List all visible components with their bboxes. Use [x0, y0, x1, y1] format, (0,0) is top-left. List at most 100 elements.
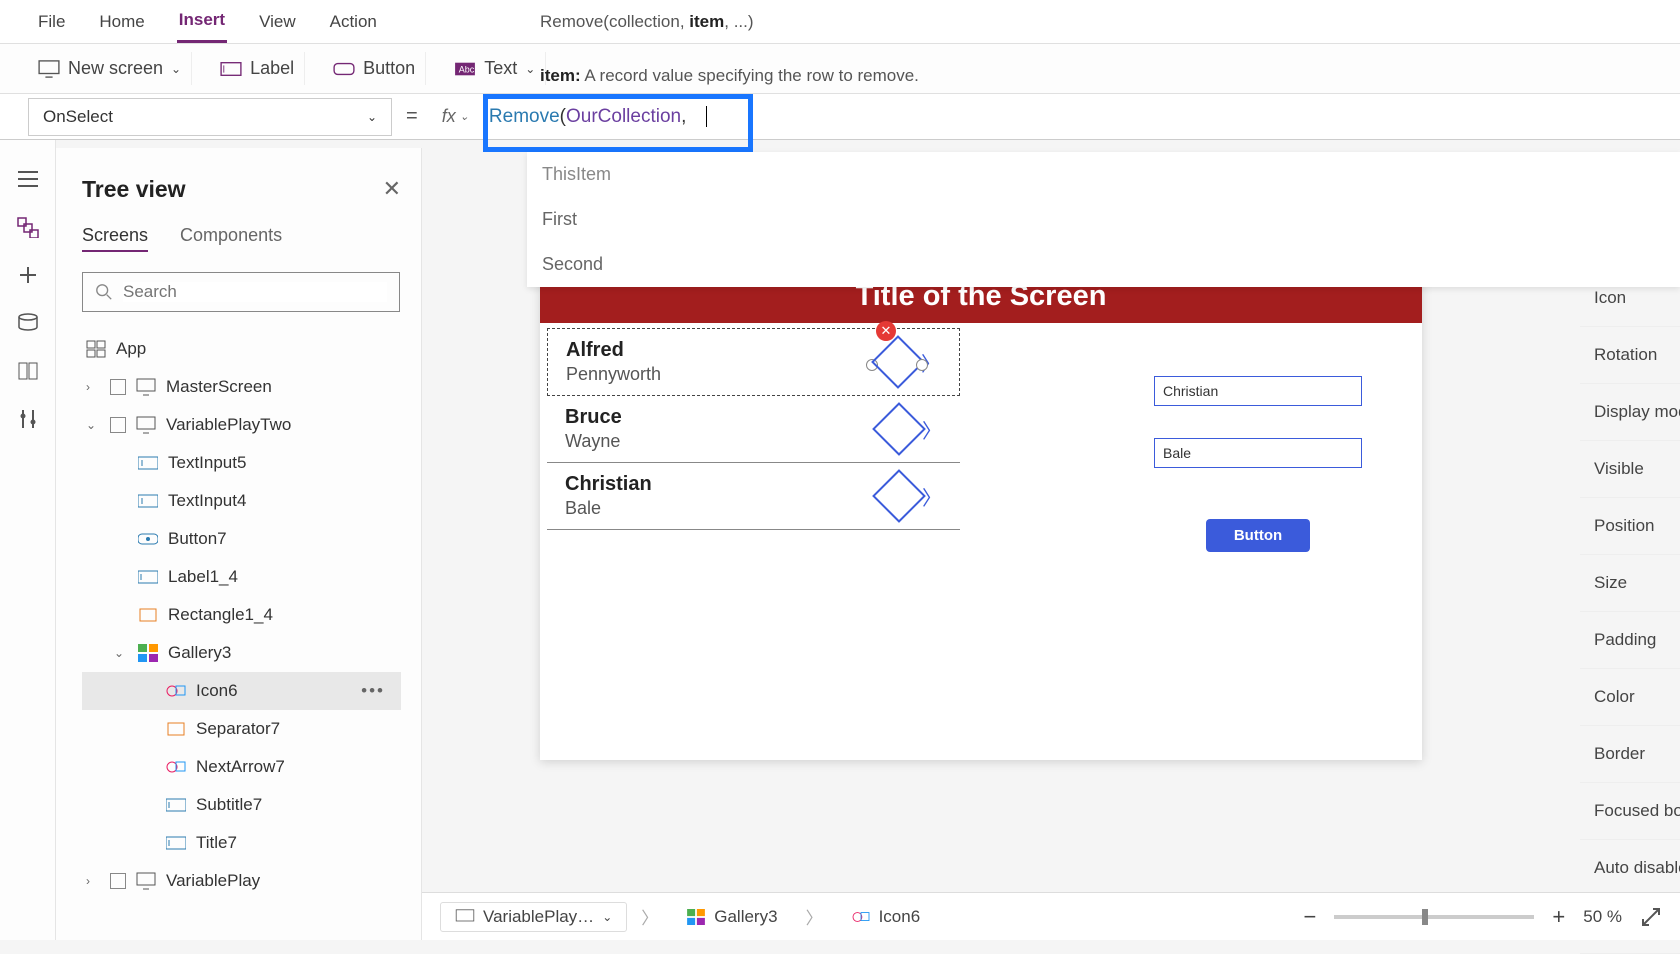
- breadcrumb-gallery[interactable]: Gallery3: [672, 903, 791, 931]
- error-badge-icon: ✕: [876, 321, 896, 341]
- tree-item-label: Rectangle1_4: [168, 605, 273, 625]
- menu-home[interactable]: Home: [97, 2, 146, 42]
- property-row[interactable]: Auto disable: [1580, 840, 1680, 897]
- checkbox[interactable]: [110, 379, 126, 395]
- label-button[interactable]: Label: [210, 52, 305, 85]
- menu-file[interactable]: File: [36, 2, 67, 42]
- eraser-icon[interactable]: [872, 469, 926, 523]
- tab-components[interactable]: Components: [180, 225, 282, 252]
- property-selector[interactable]: OnSelect ⌄: [28, 98, 392, 136]
- tree-app-row[interactable]: App: [82, 330, 401, 368]
- menu-view[interactable]: View: [257, 2, 298, 42]
- tree-item[interactable]: Rectangle1_4: [82, 596, 401, 634]
- zoom-in-button[interactable]: +: [1552, 904, 1565, 930]
- text-button[interactable]: Abc Text ⌄: [444, 52, 546, 85]
- breadcrumb-screen[interactable]: VariablePlay… ⌄: [440, 902, 627, 932]
- tools-icon[interactable]: [16, 408, 40, 430]
- row-title: Bruce: [565, 406, 622, 429]
- expand-icon[interactable]: ›: [86, 874, 100, 888]
- tree-item[interactable]: › VariablePlay: [82, 862, 401, 900]
- property-row[interactable]: Border: [1580, 726, 1680, 783]
- equals-sign: =: [392, 105, 432, 128]
- formula-signature: Remove(collection, item, ...): [540, 12, 754, 32]
- tree-item[interactable]: Title7: [82, 824, 401, 862]
- breadcrumb-icon[interactable]: Icon6: [837, 903, 935, 931]
- property-row[interactable]: Position: [1580, 498, 1680, 555]
- search-icon: [95, 283, 113, 301]
- tree-item-label: VariablePlayTwo: [166, 415, 291, 435]
- expand-icon[interactable]: ›: [86, 380, 100, 394]
- gallery-row[interactable]: ChristianBale〉: [547, 463, 960, 530]
- tree-item-label: TextInput4: [168, 491, 246, 511]
- button-icon: [333, 60, 355, 78]
- data-icon[interactable]: [16, 312, 40, 334]
- eraser-icon[interactable]: [871, 335, 925, 389]
- new-screen-button[interactable]: New screen ⌄: [28, 52, 192, 85]
- tree-item[interactable]: TextInput5: [82, 444, 401, 482]
- gallery-row[interactable]: AlfredPennyworth〉✕: [547, 328, 960, 396]
- breadcrumb-separator: 〉: [641, 904, 658, 929]
- tree-item[interactable]: ⌄Gallery3: [82, 634, 401, 672]
- tree-view-icon[interactable]: [16, 216, 40, 238]
- autocomplete-option[interactable]: ThisItem: [527, 152, 1680, 197]
- zoom-value: 50 %: [1583, 907, 1622, 927]
- property-row[interactable]: Focused border: [1580, 783, 1680, 840]
- node-type-icon: [138, 606, 158, 624]
- property-row[interactable]: Rotation: [1580, 327, 1680, 384]
- property-row[interactable]: Display mode: [1580, 384, 1680, 441]
- icon-icon: [851, 909, 871, 925]
- node-type-icon: [166, 682, 186, 700]
- property-row[interactable]: Visible: [1580, 441, 1680, 498]
- media-icon[interactable]: [16, 360, 40, 382]
- tree-view-title: Tree view: [82, 176, 401, 203]
- tree-item-label: NextArrow7: [196, 757, 285, 777]
- tree-item[interactable]: NextArrow7: [82, 748, 401, 786]
- menu-action[interactable]: Action: [328, 2, 379, 42]
- property-row[interactable]: Color: [1580, 669, 1680, 726]
- tree-item[interactable]: ›MasterScreen: [82, 368, 401, 406]
- tree-item[interactable]: ⌄ VariablePlayTwo: [82, 406, 401, 444]
- property-row[interactable]: Padding: [1580, 612, 1680, 669]
- hamburger-icon[interactable]: [16, 168, 40, 190]
- search-input[interactable]: [123, 282, 387, 302]
- text-input-1[interactable]: [1154, 376, 1362, 406]
- zoom-out-button[interactable]: −: [1304, 904, 1317, 930]
- checkbox[interactable]: [110, 873, 126, 889]
- autocomplete-option[interactable]: First: [527, 197, 1680, 242]
- zoom-slider[interactable]: [1334, 915, 1534, 919]
- tree-item[interactable]: Button7: [82, 520, 401, 558]
- fit-icon[interactable]: [1640, 906, 1662, 928]
- fx-icon[interactable]: fx⌄: [432, 106, 479, 127]
- formula-input[interactable]: Remove(OurCollection,: [489, 106, 707, 128]
- checkbox[interactable]: [110, 417, 126, 433]
- tree-item-label: VariablePlay: [166, 871, 260, 891]
- autocomplete-option[interactable]: Second: [527, 242, 1680, 287]
- node-type-icon: [138, 492, 158, 510]
- tree-item[interactable]: TextInput4: [82, 482, 401, 520]
- chevron-right-icon[interactable]: 〉: [921, 348, 941, 377]
- search-box[interactable]: [82, 272, 400, 312]
- eraser-icon[interactable]: [872, 402, 926, 456]
- property-row[interactable]: Size: [1580, 555, 1680, 612]
- autocomplete-dropdown: ThisItem First Second: [527, 152, 1680, 287]
- more-icon[interactable]: •••: [361, 681, 397, 701]
- menu-insert[interactable]: Insert: [177, 0, 227, 43]
- formula-bar: OnSelect ⌄ = fx⌄ Remove(OurCollection,: [0, 94, 1680, 140]
- expand-icon[interactable]: ⌄: [86, 418, 100, 432]
- node-type-icon: [136, 416, 156, 434]
- svg-text:Abc: Abc: [459, 64, 475, 74]
- tab-screens[interactable]: Screens: [82, 225, 148, 252]
- text-input-2[interactable]: [1154, 438, 1362, 468]
- close-icon[interactable]: ✕: [383, 176, 401, 202]
- tree-item[interactable]: Icon6•••: [82, 672, 401, 710]
- tree-item[interactable]: Subtitle7: [82, 786, 401, 824]
- button-button[interactable]: Button: [323, 52, 426, 85]
- tree-item-label: Subtitle7: [196, 795, 262, 815]
- canvas-button[interactable]: Button: [1206, 519, 1310, 552]
- gallery-icon: [686, 909, 706, 925]
- gallery-row[interactable]: BruceWayne〉: [547, 396, 960, 463]
- tree-item[interactable]: Separator7: [82, 710, 401, 748]
- tree-item[interactable]: Label1_4: [82, 558, 401, 596]
- insert-icon[interactable]: [16, 264, 40, 286]
- expand-icon[interactable]: ⌄: [114, 646, 128, 660]
